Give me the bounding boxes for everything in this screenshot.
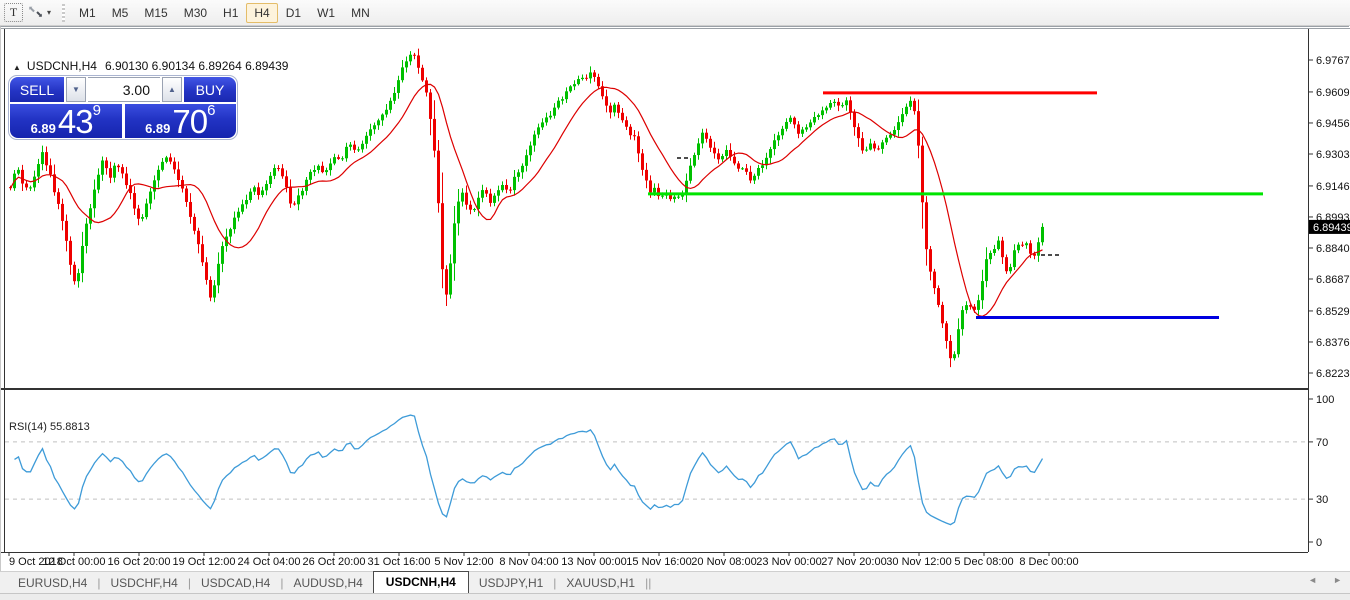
time-tick-label: 5 Nov 12:00 bbox=[434, 556, 493, 568]
price-tick-label: 6.91460 bbox=[1316, 181, 1350, 193]
tab-eurusd[interactable]: EURUSD,H4 bbox=[8, 574, 97, 592]
volume-decrease-button[interactable]: ▼ bbox=[66, 77, 86, 102]
time-tick-label: 27 Nov 20:00 bbox=[821, 556, 886, 568]
top-toolbar: T ⬉ ⬊ ▾ M1M5M15M30H1H4D1W1MN bbox=[0, 0, 1350, 26]
timeframe-button-h1[interactable]: H1 bbox=[215, 3, 246, 23]
dropdown-caret-icon[interactable]: ▾ bbox=[47, 8, 51, 17]
price-tick-label: 6.88400 bbox=[1316, 243, 1350, 255]
time-tick-label: 12 Oct 00:00 bbox=[43, 556, 106, 568]
rsi-indicator-label: RSI(14) 55.8813 bbox=[9, 421, 90, 433]
arrow-down-right-icon: ⬊ bbox=[35, 9, 43, 20]
time-tick-label: 20 Nov 08:00 bbox=[691, 556, 756, 568]
buy-price-prefix: 6.89 bbox=[145, 120, 170, 137]
chart-tabs: EURUSD,H4|USDCHF,H4|USDCAD,H4|AUDUSD,H4U… bbox=[8, 573, 651, 593]
buy-button[interactable]: BUY bbox=[184, 77, 236, 102]
tab-usdcad[interactable]: USDCAD,H4 bbox=[191, 574, 280, 592]
timeframe-button-mn[interactable]: MN bbox=[343, 3, 378, 23]
rsi-tick-label: 30 bbox=[1316, 494, 1328, 506]
price-tick-label: 6.83765 bbox=[1316, 337, 1350, 349]
chart-symbol-label: USDCNH,H4 bbox=[27, 59, 97, 73]
time-tick-label: 19 Oct 12:00 bbox=[173, 556, 236, 568]
tab-usdcnh[interactable]: USDCNH,H4 bbox=[373, 571, 469, 593]
time-tick-label: 31 Oct 16:00 bbox=[368, 556, 431, 568]
timeframe-button-m30[interactable]: M30 bbox=[176, 3, 215, 23]
price-tick-label: 6.97670 bbox=[1316, 55, 1350, 67]
time-tick-label: 15 Nov 16:00 bbox=[626, 556, 691, 568]
buy-price-pips: 70 bbox=[172, 107, 207, 137]
buy-price-display[interactable]: 6.89 70 6 bbox=[125, 104, 237, 138]
volume-input[interactable]: 3.00 bbox=[88, 77, 160, 102]
tab-separator: | bbox=[648, 576, 651, 590]
sell-price-point: 9 bbox=[93, 105, 101, 117]
arrow-up-left-icon: ⬉ bbox=[28, 4, 36, 15]
time-tick-label: 8 Nov 04:00 bbox=[499, 556, 558, 568]
chart-ohlc-values: 6.90130 6.90134 6.89264 6.89439 bbox=[105, 59, 289, 73]
timeframe-button-w1[interactable]: W1 bbox=[309, 3, 343, 23]
rsi-axis: 100 70 30 0 bbox=[1308, 394, 1334, 549]
price-tick-label: 6.86870 bbox=[1316, 274, 1350, 286]
text-tool-button[interactable]: T bbox=[4, 3, 23, 22]
time-tick-label: 13 Nov 00:00 bbox=[561, 556, 626, 568]
tab-scroll-right-icon[interactable]: ► bbox=[1333, 575, 1342, 585]
chart-window: 6.97670 6.96095 6.94565 6.93035 6.91460 6.89 9… bbox=[0, 26, 1349, 599]
sell-button[interactable]: SELL bbox=[10, 77, 64, 102]
timeframe-button-m1[interactable]: M1 bbox=[71, 3, 104, 23]
one-click-trading-panel: SELL ▼ 3.00 ▲ BUY 6.89 43 9 6.89 70 6 bbox=[8, 75, 238, 140]
price-tick-label: 6.85295 bbox=[1316, 306, 1350, 318]
rsi-tick-label: 0 bbox=[1316, 537, 1322, 549]
tab-usdjpy[interactable]: USDJPY,H1 bbox=[469, 574, 553, 592]
chart-ohlc-readout: ▲ USDCNH,H4 6.90130 6.90134 6.89264 6.8943… bbox=[13, 59, 288, 73]
tab-usdchf[interactable]: USDCHF,H4 bbox=[100, 574, 187, 592]
time-tick-label: 26 Oct 20:00 bbox=[303, 556, 366, 568]
price-tick-label: 6.96095 bbox=[1316, 87, 1350, 99]
tab-xauusd[interactable]: XAUUSD,H1 bbox=[556, 574, 645, 592]
rsi-tick-label: 100 bbox=[1316, 394, 1334, 406]
chart-tab-bar: EURUSD,H4|USDCHF,H4|USDCAD,H4|AUDUSD,H4U… bbox=[0, 571, 1350, 594]
timeframe-button-h4[interactable]: H4 bbox=[246, 3, 277, 23]
timeframe-button-group: M1M5M15M30H1H4D1W1MN bbox=[71, 3, 378, 23]
time-tick-label: 5 Dec 08:00 bbox=[954, 556, 1013, 568]
timeframe-button-m15[interactable]: M15 bbox=[136, 3, 175, 23]
price-axis: 6.976706.960956.945656.930356.914606.899… bbox=[1308, 55, 1350, 380]
time-tick-label: 30 Nov 12:00 bbox=[886, 556, 951, 568]
price-tick-label: 6.94565 bbox=[1316, 118, 1350, 130]
time-tick-label: 16 Oct 20:00 bbox=[108, 556, 171, 568]
rsi-tick-label: 70 bbox=[1316, 437, 1328, 449]
sell-price-display[interactable]: 6.89 43 9 bbox=[10, 104, 122, 138]
price-tick-label: 6.82235 bbox=[1316, 368, 1350, 380]
arrow-objects-icon[interactable]: ⬉ ⬊ bbox=[25, 3, 45, 22]
sell-price-prefix: 6.89 bbox=[31, 120, 56, 137]
time-tick-label: 23 Nov 00:00 bbox=[756, 556, 821, 568]
timeframe-button-m5[interactable]: M5 bbox=[104, 3, 137, 23]
current-price-label: 6.89439 bbox=[1313, 222, 1350, 234]
tab-scroll-left-icon[interactable]: ◄ bbox=[1308, 575, 1317, 585]
tab-scroll-controls: ◄ ► bbox=[1308, 575, 1342, 585]
sell-price-pips: 43 bbox=[58, 107, 93, 137]
timeframe-button-d1[interactable]: D1 bbox=[278, 3, 309, 23]
rsi-line bbox=[15, 415, 1043, 524]
volume-increase-button[interactable]: ▲ bbox=[162, 77, 182, 102]
tab-audusd[interactable]: AUDUSD,H4 bbox=[283, 574, 372, 592]
subwindow-expand-icon[interactable]: ▲ bbox=[13, 63, 21, 72]
time-axis: 9 Oct 201812 Oct 00:0016 Oct 20:0019 Oct… bbox=[9, 553, 1079, 568]
buy-price-point: 6 bbox=[207, 105, 215, 117]
price-tick-label: 6.93035 bbox=[1316, 149, 1350, 161]
toolbar-grip bbox=[62, 4, 65, 22]
time-tick-label: 8 Dec 00:00 bbox=[1019, 556, 1078, 568]
time-tick-label: 24 Oct 04:00 bbox=[238, 556, 301, 568]
